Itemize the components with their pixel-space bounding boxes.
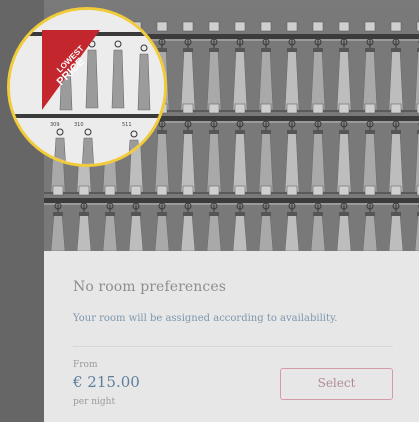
from-label: From (73, 360, 98, 370)
room-preference-title: No room preferences (73, 279, 227, 295)
room-price: € 215.00 (73, 373, 140, 391)
divider (73, 346, 393, 347)
per-night-label: per night (73, 397, 116, 407)
room-assignment-note: Your room will be assigned according to … (73, 313, 338, 324)
select-button[interactable]: Select (280, 368, 393, 400)
room-offer-details: No room preferences Your room will be as… (44, 251, 419, 422)
zoomed-photo: 309 310 511 LOWEST PRICE (10, 10, 164, 164)
room-tag-310: 310 (74, 122, 84, 128)
zoom-highlight-circle: 309 310 511 LOWEST PRICE (7, 7, 167, 167)
room-tag-511: 511 (122, 122, 132, 128)
room-tag-309: 309 (50, 122, 60, 128)
